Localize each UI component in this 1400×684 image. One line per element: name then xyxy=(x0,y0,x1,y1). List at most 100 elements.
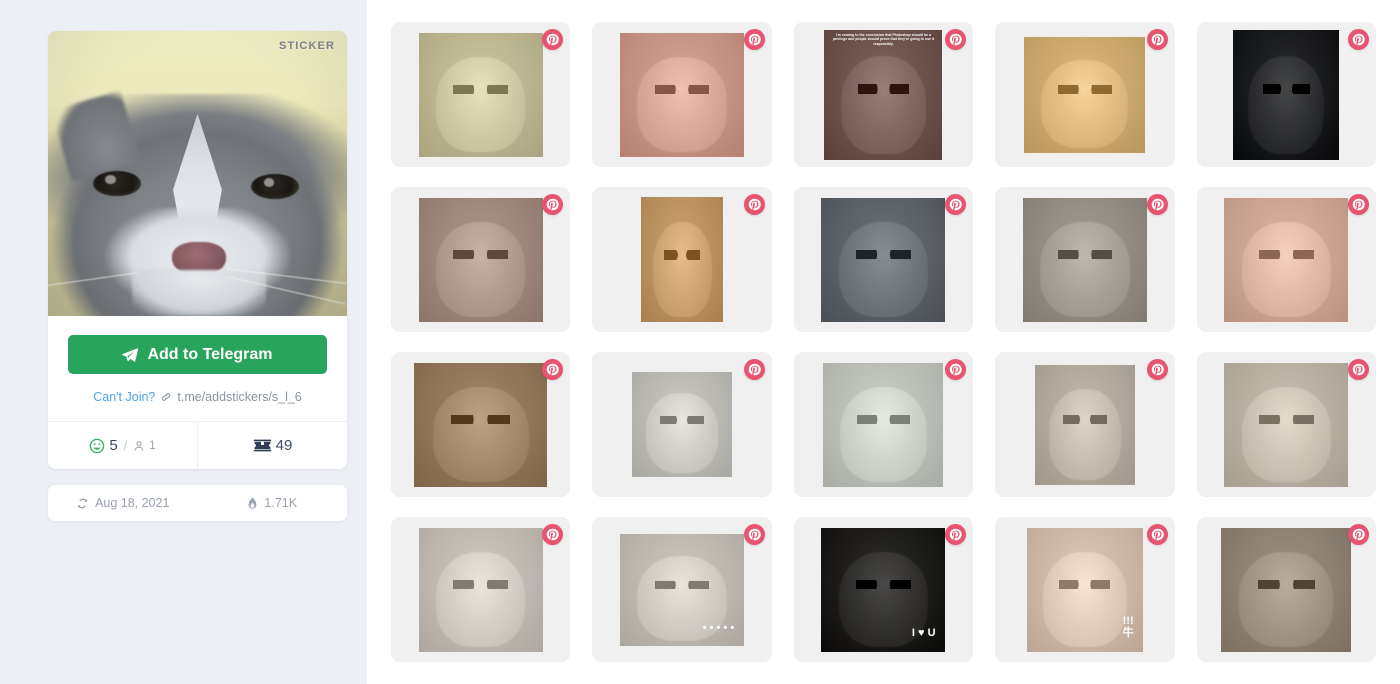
meme-caption: I'm coming to the conclusion that Photos… xyxy=(832,32,935,47)
sticker-tile[interactable] xyxy=(592,352,772,497)
sticker-tile[interactable] xyxy=(793,352,974,497)
popularity-label: 1.71K xyxy=(264,496,298,510)
pinterest-save-button[interactable] xyxy=(1146,359,1168,380)
pinterest-save-button[interactable] xyxy=(1347,524,1369,545)
sticker-thumbnail xyxy=(821,197,946,322)
link-icon xyxy=(160,391,172,403)
thumbnail-subject xyxy=(1043,552,1127,647)
pinterest-save-button[interactable] xyxy=(1347,194,1369,215)
pinterest-save-button[interactable] xyxy=(743,194,765,215)
pinterest-icon xyxy=(1352,528,1365,541)
share-url-text[interactable]: t.me/addstickers/s_l_6 xyxy=(177,390,301,404)
thumbnail-detail xyxy=(1062,414,1107,425)
sticker-detail-page: STICKER Add to Telegram Can't Join? t.me… xyxy=(0,0,1400,684)
pinterest-save-button[interactable] xyxy=(1146,29,1168,50)
thumbnail-detail xyxy=(857,84,910,95)
sticker-tile[interactable] xyxy=(592,22,772,167)
pinterest-save-button[interactable] xyxy=(945,194,967,215)
sticker-tile[interactable]: • • • • • xyxy=(592,517,772,662)
sticker-tile[interactable] xyxy=(391,517,571,662)
pinterest-save-button[interactable] xyxy=(743,29,765,50)
stat-sticker-count[interactable]: 49 xyxy=(197,422,347,469)
sticker-tile[interactable] xyxy=(995,352,1175,497)
pinterest-icon xyxy=(949,33,962,46)
pinterest-icon xyxy=(1352,363,1365,376)
pinterest-save-button[interactable] xyxy=(945,359,967,380)
sticker-tile[interactable] xyxy=(793,187,974,332)
sticker-tile[interactable] xyxy=(391,187,571,332)
pinterest-save-button[interactable] xyxy=(1347,359,1369,380)
sticker-thumbnail xyxy=(418,527,543,652)
pinterest-icon xyxy=(546,33,560,46)
pinterest-icon xyxy=(1151,198,1164,211)
sticker-thumbnail xyxy=(620,32,745,157)
sticker-thumbnail xyxy=(1224,362,1349,487)
thumbnail-subject xyxy=(652,222,712,317)
sticker-tile[interactable] xyxy=(995,22,1175,167)
sticker-preview-image[interactable]: STICKER xyxy=(48,31,347,316)
pinterest-icon xyxy=(546,198,560,211)
pinterest-save-button[interactable] xyxy=(945,29,967,50)
stat-rating[interactable]: 5 / 1 xyxy=(48,422,197,469)
refresh-icon xyxy=(76,497,89,510)
sticker-thumbnail xyxy=(641,197,724,322)
thumbnail-detail xyxy=(453,84,508,95)
pinterest-save-button[interactable] xyxy=(1347,29,1369,50)
thumbnail-subject xyxy=(1040,222,1130,317)
sticker-tile[interactable] xyxy=(1196,187,1376,332)
thumbnail-subject xyxy=(1241,222,1331,317)
pinterest-save-button[interactable] xyxy=(542,194,564,215)
pinterest-save-button[interactable] xyxy=(1146,194,1168,215)
pinterest-save-button[interactable] xyxy=(542,359,564,380)
pinterest-icon xyxy=(748,33,761,46)
sticker-meta-card: Aug 18, 2021 1.71K xyxy=(48,485,347,521)
thumbnail-overlay-text: !!! 牛 xyxy=(1122,614,1134,640)
sticker-thumbnail xyxy=(823,362,944,487)
sticker-thumbnail xyxy=(414,362,548,487)
pinterest-icon xyxy=(1352,198,1365,211)
pinterest-save-button[interactable] xyxy=(743,524,765,545)
pinterest-save-button[interactable] xyxy=(743,359,765,380)
pinterest-save-button[interactable] xyxy=(542,524,564,545)
sticker-thumbnail: • • • • • xyxy=(620,533,745,646)
thumbnail-detail xyxy=(856,249,911,260)
thumbnail-detail xyxy=(1259,249,1314,260)
sticker-tile[interactable]: I ♥ U xyxy=(793,517,974,662)
sticker-type-tag: STICKER xyxy=(279,40,335,52)
sticker-tile[interactable] xyxy=(1196,22,1376,167)
sticker-thumbnail xyxy=(1022,197,1147,322)
pinterest-icon xyxy=(546,528,560,541)
flame-icon xyxy=(247,496,258,510)
pinterest-icon xyxy=(748,528,761,541)
sticker-thumbnail xyxy=(632,372,733,477)
thumbnail-subject xyxy=(436,57,526,152)
sticker-card: STICKER Add to Telegram Can't Join? t.me… xyxy=(48,31,347,469)
pinterest-icon xyxy=(949,363,962,376)
sticker-info-sidebar: STICKER Add to Telegram Can't Join? t.me… xyxy=(0,0,367,684)
thumbnail-overlay-text: I ♥ U xyxy=(911,627,936,640)
sticker-thumbnail xyxy=(1233,29,1340,160)
sticker-thumbnail xyxy=(418,32,543,157)
pinterest-icon xyxy=(1151,363,1164,376)
pinterest-save-button[interactable] xyxy=(542,29,564,50)
sticker-tile[interactable]: I'm coming to the conclusion that Photos… xyxy=(793,22,974,167)
sticker-tile[interactable] xyxy=(995,187,1175,332)
thumbnail-detail xyxy=(1058,85,1112,95)
sticker-tile[interactable] xyxy=(391,22,571,167)
pinterest-icon xyxy=(748,198,761,211)
add-to-telegram-button[interactable]: Add to Telegram xyxy=(68,335,327,374)
sticker-tile[interactable] xyxy=(1196,517,1376,662)
cant-join-link[interactable]: Can't Join? xyxy=(93,390,155,404)
sticker-tile[interactable] xyxy=(592,187,772,332)
thumbnail-detail xyxy=(453,579,508,590)
happy-face-icon xyxy=(89,438,105,454)
sticker-tile[interactable]: !!! 牛 xyxy=(995,517,1175,662)
pinterest-save-button[interactable] xyxy=(945,524,967,545)
sticker-thumbnail xyxy=(418,197,543,322)
pinterest-icon xyxy=(1151,33,1164,46)
thumbnail-overlay-text: • • • • • xyxy=(702,622,735,635)
sticker-tile[interactable] xyxy=(1196,352,1376,497)
thumbnail-detail xyxy=(1057,249,1113,260)
sticker-tile[interactable] xyxy=(391,352,571,497)
pinterest-save-button[interactable] xyxy=(1146,524,1168,545)
